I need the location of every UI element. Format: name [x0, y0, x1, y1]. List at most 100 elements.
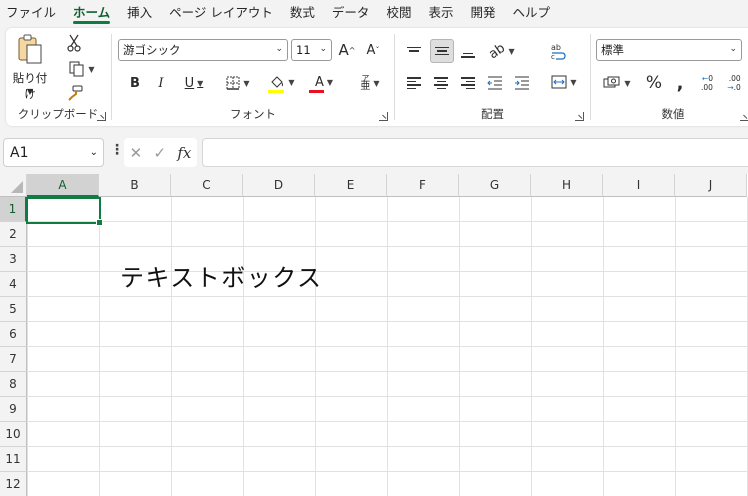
tab-help[interactable]: ヘルプ [512, 0, 550, 26]
number-dialog-launcher-icon[interactable] [740, 112, 748, 121]
row-header-10[interactable]: 10 [0, 422, 27, 447]
divider [394, 34, 395, 120]
row-header-8[interactable]: 8 [0, 372, 27, 397]
worksheet: A B C D E F G H I J 1 2 3 4 5 6 7 8 9 10… [0, 174, 748, 496]
active-cell-a1[interactable] [26, 197, 103, 226]
svg-text:c: c [551, 53, 555, 60]
font-color-icon[interactable]: A ▼ [306, 72, 342, 92]
tab-formulas[interactable]: 数式 [290, 0, 315, 26]
row-header-3[interactable]: 3 [0, 247, 27, 272]
increase-indent-icon[interactable] [513, 74, 531, 92]
formula-input[interactable] [202, 138, 748, 167]
font-name-combo[interactable]: 游ゴシック ⌄ [118, 39, 288, 61]
cut-icon[interactable] [66, 34, 82, 52]
chevron-down-icon[interactable]: ⌄ [319, 44, 327, 54]
font-size-value: 11 [296, 43, 311, 57]
select-all-button[interactable] [0, 174, 27, 197]
enter-check-icon[interactable]: ✓ [153, 144, 166, 162]
number-group-label: 数値 [661, 107, 685, 121]
number-format-combo[interactable]: 標準 ⌄ [596, 39, 742, 61]
insert-function-button[interactable]: fx [177, 144, 191, 162]
wrap-text-icon[interactable]: ab c [547, 40, 569, 62]
accounting-format-icon[interactable]: ▼ [599, 73, 635, 93]
text-box[interactable]: テキストボックス [120, 258, 323, 293]
fill-color-icon[interactable]: ▼ [264, 72, 300, 92]
clipboard-group-label: クリップボード [17, 107, 99, 121]
column-header-c[interactable]: C [171, 174, 243, 197]
comma-style-icon[interactable]: , [671, 72, 689, 94]
column-header-f[interactable]: F [387, 174, 459, 197]
clipboard-dialog-launcher-icon[interactable] [97, 112, 106, 121]
column-header-g[interactable]: G [459, 174, 531, 197]
tab-view[interactable]: 表示 [428, 0, 453, 26]
paste-icon[interactable] [16, 32, 44, 68]
borders-icon[interactable]: ▼ [222, 74, 254, 92]
top-align-icon[interactable] [403, 40, 425, 62]
increase-decimal-icon[interactable]: ←0.00 [696, 72, 718, 94]
chevron-down-icon[interactable]: ⌄ [729, 44, 737, 54]
tab-insert[interactable]: 挿入 [127, 0, 152, 26]
cancel-icon[interactable]: ✕ [130, 144, 143, 162]
align-center-icon[interactable] [432, 74, 450, 92]
row-header-4[interactable]: 4 [0, 272, 27, 297]
underline-icon[interactable]: U ▼ [178, 74, 210, 92]
column-header-j[interactable]: J [675, 174, 747, 197]
format-painter-icon[interactable] [66, 84, 84, 102]
alignment-group-label: 配置 [481, 107, 504, 121]
tab-file[interactable]: ファイル [6, 0, 56, 26]
row-header-1[interactable]: 1 [0, 197, 27, 222]
alignment-dialog-launcher-icon[interactable] [575, 112, 584, 121]
paste-dropdown-chevron-icon[interactable]: ▼ [24, 86, 36, 96]
percent-style-icon[interactable]: % [643, 72, 665, 94]
font-name-value: 游ゴシック [123, 43, 181, 57]
row-header-11[interactable]: 11 [0, 447, 27, 472]
fill-color-swatch [268, 90, 284, 93]
divider [111, 34, 112, 120]
alignment-group: ab ▼ ab c ▼ 配置 [397, 28, 588, 126]
more-options-icon[interactable]: ⋮ [110, 142, 124, 158]
bottom-align-icon[interactable] [457, 40, 479, 62]
decrease-decimal-icon[interactable]: .00 →.0 [723, 72, 745, 94]
tab-developer[interactable]: 開発 [470, 0, 495, 26]
middle-align-icon[interactable] [430, 39, 454, 63]
column-header-e[interactable]: E [315, 174, 387, 197]
cell-grid[interactable] [27, 197, 748, 496]
svg-text:ab: ab [551, 43, 561, 52]
column-header-a[interactable]: A [27, 174, 99, 197]
bold-icon[interactable]: B [126, 74, 144, 92]
tab-data[interactable]: データ [332, 0, 370, 26]
row-header-6[interactable]: 6 [0, 322, 27, 347]
tab-page-layout[interactable]: ページ レイアウト [169, 0, 273, 26]
row-header-9[interactable]: 9 [0, 397, 27, 422]
column-header-i[interactable]: I [603, 174, 675, 197]
row-header-5[interactable]: 5 [0, 297, 27, 322]
column-headers: A B C D E F G H I J [27, 174, 747, 197]
row-header-2[interactable]: 2 [0, 222, 27, 247]
orientation-icon[interactable]: ab ▼ [485, 40, 519, 62]
name-box[interactable]: A1 ⌄ [3, 138, 104, 167]
align-left-icon[interactable] [405, 74, 423, 92]
merge-center-icon[interactable]: ▼ [547, 72, 581, 92]
column-header-d[interactable]: D [243, 174, 315, 197]
tab-review[interactable]: 校閲 [386, 0, 411, 26]
tab-home[interactable]: ホーム [73, 0, 111, 26]
font-group: 游ゴシック ⌄ 11 ⌄ A ^ Aˇ B I U ▼ ▼ ▼ A ▼ ア亜 ▼ フォン… [114, 28, 392, 126]
decrease-indent-icon[interactable] [486, 74, 504, 92]
column-header-h[interactable]: H [531, 174, 603, 197]
decrease-font-size-icon[interactable]: Aˇ [363, 40, 383, 60]
row-headers: 1 2 3 4 5 6 7 8 9 10 11 12 [0, 197, 27, 496]
increase-font-size-icon[interactable]: A ^ [337, 40, 357, 60]
chevron-down-icon[interactable]: ⌄ [275, 44, 283, 54]
phonetic-guide-icon[interactable]: ア亜 ▼ [352, 72, 388, 94]
copy-icon[interactable]: ▼ [64, 60, 100, 78]
name-box-value: A1 [10, 144, 29, 161]
row-header-12[interactable]: 12 [0, 472, 27, 496]
row-header-7[interactable]: 7 [0, 347, 27, 372]
chevron-down-icon[interactable]: ⌄ [90, 147, 98, 158]
column-header-b[interactable]: B [99, 174, 171, 197]
align-right-icon[interactable] [459, 74, 477, 92]
font-dialog-launcher-icon[interactable] [379, 112, 388, 121]
font-size-combo[interactable]: 11 ⌄ [291, 39, 332, 61]
italic-icon[interactable]: I [152, 74, 170, 92]
clipboard-group: 貼り付け ▼ ▼ クリップボード [6, 28, 110, 126]
